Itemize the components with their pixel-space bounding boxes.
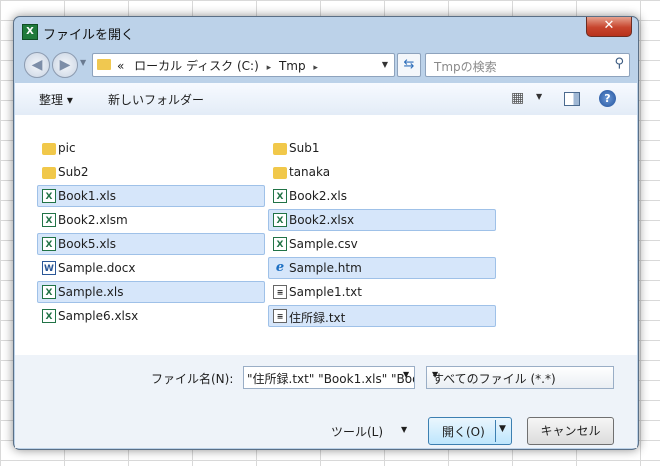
file-name: pic: [58, 141, 76, 155]
file-item[interactable]: X Sample.csv: [268, 233, 496, 255]
organize-menu-button[interactable]: 整理 ▾: [39, 91, 73, 108]
excel-icon: X: [273, 189, 287, 203]
breadcrumb-separator-icon[interactable]: ▸: [267, 63, 272, 73]
excel-app-icon: X: [22, 24, 38, 40]
file-name: Sample1.txt: [289, 285, 362, 299]
view-dropdown-icon[interactable]: ▼: [536, 92, 542, 101]
address-bar[interactable]: « ▸ ローカル ディスク (C:) ▸ Tmp ▸ ▼: [92, 53, 395, 77]
open-options-dropdown-icon[interactable]: ▼: [499, 424, 506, 434]
open-button-label: 開く(O): [442, 425, 485, 439]
folder-item[interactable]: pic: [37, 137, 265, 159]
breadcrumb-item-local-disk[interactable]: ローカル ディスク (C:): [134, 59, 259, 73]
excel-icon: X: [42, 237, 56, 251]
file-name: Sample.docx: [58, 261, 136, 275]
recent-locations-chevron-icon[interactable]: ▼: [80, 58, 86, 67]
close-button[interactable]: ✕: [586, 17, 632, 37]
file-item[interactable]: ≡ 住所録.txt: [268, 305, 496, 327]
view-options-icon[interactable]: ▦: [511, 90, 524, 106]
back-button[interactable]: ◀: [24, 52, 50, 78]
address-dropdown-icon[interactable]: ▼: [382, 60, 388, 69]
preview-pane-icon[interactable]: [564, 92, 580, 106]
file-item[interactable]: X Book1.xls: [37, 185, 265, 207]
cancel-button[interactable]: キャンセル: [527, 417, 614, 445]
file-name: Sample6.xlsx: [58, 309, 139, 323]
file-name: Sub1: [289, 141, 320, 155]
search-placeholder: Tmpの検索: [434, 60, 497, 74]
navigation-bar: ◀ ▶ ▼ « ▸ ローカル ディスク (C:) ▸ Tmp ▸ ▼ ⇆ Tmp…: [14, 47, 638, 83]
file-item[interactable]: ≡ Sample1.txt: [268, 281, 496, 303]
folder-item[interactable]: tanaka: [268, 161, 496, 183]
search-icon[interactable]: ⚲: [614, 56, 624, 71]
file-name: Sub2: [58, 165, 89, 179]
refresh-button[interactable]: ⇆: [397, 53, 421, 77]
folder-icon: [273, 167, 287, 179]
text-icon: ≡: [273, 285, 287, 299]
open-button[interactable]: 開く(O) ▼: [428, 417, 512, 445]
breadcrumb-overflow[interactable]: «: [117, 59, 124, 73]
file-type-select[interactable]: すべてのファイル (*.*) ▼: [426, 366, 614, 389]
filename-label: ファイル名(N):: [151, 372, 234, 386]
tools-button[interactable]: ツール(L): [331, 423, 383, 440]
folder-icon: [42, 143, 56, 155]
excel-icon: X: [42, 189, 56, 203]
forward-button[interactable]: ▶: [52, 52, 78, 78]
text-icon: ≡: [273, 309, 287, 323]
file-item[interactable]: X Book2.xlsm: [37, 209, 265, 231]
excel-icon: X: [273, 237, 287, 251]
file-item[interactable]: W Sample.docx: [37, 257, 265, 279]
file-item[interactable]: X Sample.xls: [37, 281, 265, 303]
new-folder-button[interactable]: 新しいフォルダー: [108, 91, 204, 108]
file-name: Sample.htm: [289, 261, 362, 275]
breadcrumb: « ▸ ローカル ディスク (C:) ▸ Tmp ▸: [117, 57, 322, 74]
folder-item[interactable]: Sub2: [37, 161, 265, 183]
file-name: tanaka: [289, 165, 331, 179]
file-item[interactable]: X Sample6.xlsx: [37, 305, 265, 327]
file-name: Book2.xlsx: [289, 213, 355, 227]
file-item[interactable]: X Book5.xls: [37, 233, 265, 255]
filename-dropdown-icon[interactable]: ▼: [403, 370, 409, 379]
folder-item[interactable]: Sub1: [268, 137, 496, 159]
file-name: Sample.csv: [289, 237, 358, 251]
title-bar[interactable]: X ファイルを開く ✕: [14, 17, 638, 47]
dialog-footer: ファイル名(N): "住所録.txt" "Book1.xls" "Book5.x…: [15, 355, 637, 448]
file-name: Sample.xls: [58, 285, 124, 299]
folder-icon: [273, 143, 287, 155]
open-file-dialog: X ファイルを開く ✕ ◀ ▶ ▼ « ▸ ローカル ディスク (C:) ▸ T…: [13, 16, 639, 450]
help-icon[interactable]: ?: [599, 90, 616, 107]
file-item[interactable]: X Book2.xlsx: [268, 209, 496, 231]
file-name: Book2.xlsm: [58, 213, 128, 227]
file-name: Book5.xls: [58, 237, 117, 251]
file-name: 住所録.txt: [289, 311, 346, 325]
dialog-title: ファイルを開く: [43, 28, 135, 43]
excel-icon: X: [42, 213, 56, 227]
file-item[interactable]: e Sample.htm: [268, 257, 496, 279]
word-icon: W: [42, 261, 56, 275]
command-bar: 整理 ▾ 新しいフォルダー ▦ ▼ ?: [15, 83, 637, 116]
breadcrumb-item-tmp[interactable]: Tmp: [279, 59, 306, 73]
tools-dropdown-icon[interactable]: ▼: [401, 425, 407, 434]
ie-icon: e: [275, 260, 285, 275]
search-input[interactable]: Tmpの検索 ⚲: [425, 53, 630, 77]
file-list[interactable]: pic Sub1 Sub2 tanaka X Book1.xls X Book2.xls X Bo…: [15, 115, 637, 355]
filename-input[interactable]: "住所録.txt" "Book1.xls" "Book5.xls": [243, 366, 415, 389]
excel-icon: X: [42, 309, 56, 323]
open-button-divider: [495, 420, 496, 442]
breadcrumb-separator-icon[interactable]: ▸: [313, 63, 318, 73]
file-type-dropdown-icon[interactable]: ▼: [432, 370, 608, 379]
folder-icon: [42, 167, 56, 179]
excel-icon: X: [42, 285, 56, 299]
folder-icon: [97, 59, 111, 70]
file-name: Book1.xls: [58, 189, 117, 203]
filename-value: "住所録.txt" "Book1.xls" "Book5.xls": [247, 372, 414, 386]
file-name: Book2.xls: [289, 189, 348, 203]
file-item[interactable]: X Book2.xls: [268, 185, 496, 207]
excel-icon: X: [273, 213, 287, 227]
